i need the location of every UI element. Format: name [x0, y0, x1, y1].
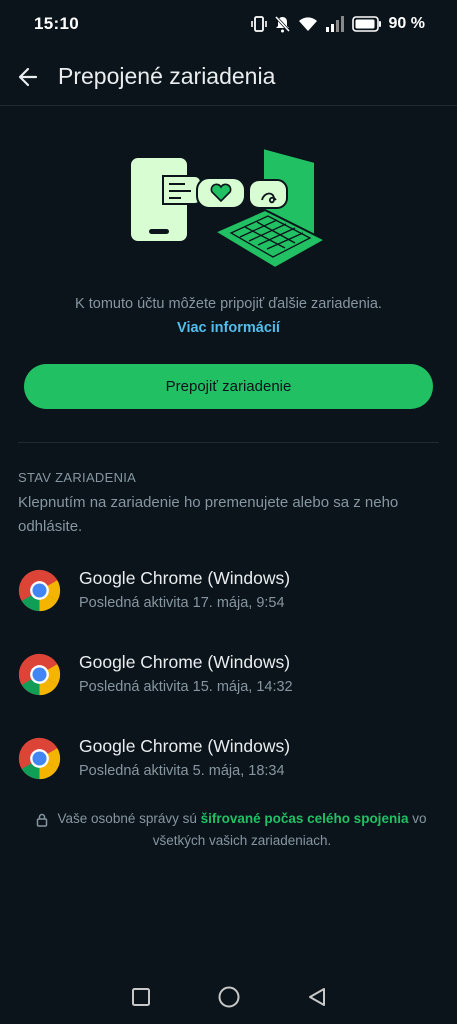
status-icons: 90 % — [250, 15, 425, 33]
back-button[interactable] — [0, 49, 56, 105]
wifi-icon — [298, 16, 317, 31]
device-last-activity: Posledná aktivita 5. mája, 18:34 — [79, 763, 285, 779]
device-name: Google Chrome (Windows) — [79, 736, 291, 756]
chrome-icon — [18, 569, 61, 611]
chrome-icon — [18, 737, 61, 779]
mute-icon — [274, 15, 290, 33]
info-block: K tomuto účtu môžete pripojiť ďalšie zar… — [0, 292, 457, 340]
recents-button[interactable] — [128, 984, 154, 1010]
battery-percent: 90 % — [388, 15, 425, 32]
recents-icon — [131, 988, 150, 1006]
status-time: 15:10 — [34, 14, 79, 33]
signal-icon — [325, 16, 344, 32]
battery-icon — [351, 16, 381, 32]
lock-icon — [36, 813, 48, 827]
arrow-left-icon — [18, 67, 38, 86]
device-status-description: Klepnutím na zariadenie ho premenujete a… — [18, 494, 399, 535]
link-device-button[interactable]: Prepojiť zariadenie — [24, 364, 433, 409]
status-bar: 15:10 90 % — [0, 0, 457, 48]
home-icon — [218, 986, 239, 1008]
divider — [18, 442, 439, 443]
info-text: K tomuto účtu môžete pripojiť ďalšie zar… — [75, 296, 382, 312]
device-last-activity: Posledná aktivita 17. mája, 9:54 — [79, 595, 285, 611]
chrome-icon — [18, 653, 61, 695]
encryption-note: Vaše osobné správy sú šifrované počas ce… — [34, 808, 434, 852]
encryption-link[interactable]: šifrované počas celého spojenia — [201, 811, 409, 826]
app-bar: Prepojené zariadenia — [0, 48, 457, 106]
device-last-activity: Posledná aktivita 15. mája, 14:32 — [79, 679, 293, 695]
back-nav-button[interactable] — [304, 984, 330, 1010]
page-title: Prepojené zariadenia — [58, 63, 276, 89]
device-name: Google Chrome (Windows) — [79, 652, 291, 672]
device-list: Google Chrome (Windows) Posledná aktivit… — [0, 548, 457, 800]
device-status-title: STAV ZARIADENIA — [18, 470, 137, 485]
device-item[interactable]: Google Chrome (Windows) Posledná aktivit… — [0, 632, 457, 716]
device-item[interactable]: Google Chrome (Windows) Posledná aktivit… — [0, 548, 457, 632]
device-item[interactable]: Google Chrome (Windows) Posledná aktivit… — [0, 716, 457, 800]
device-name: Google Chrome (Windows) — [79, 568, 291, 588]
back-icon — [308, 988, 325, 1006]
home-button[interactable] — [216, 984, 242, 1010]
linked-devices-illustration — [129, 146, 328, 270]
vibrate-icon — [250, 16, 267, 32]
encryption-text-before: Vaše osobné správy sú — [57, 811, 201, 826]
more-info-link[interactable]: Viac informácií — [0, 316, 457, 340]
system-nav-bar — [0, 970, 457, 1024]
